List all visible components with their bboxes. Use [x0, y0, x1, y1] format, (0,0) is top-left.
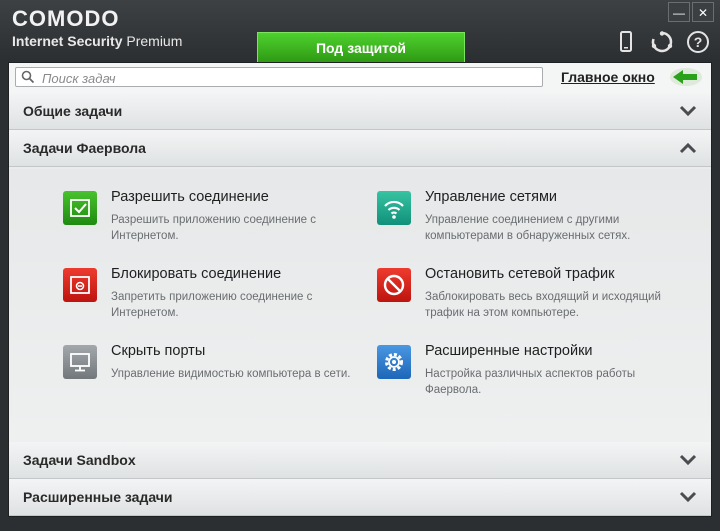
task-title: Остановить сетевой трафик [425, 266, 615, 282]
task-description: Управление видимостью компьютера в сети. [111, 368, 351, 380]
main-window-link[interactable]: Главное окно [561, 69, 655, 85]
firewall-task-list: Разрешить соединение Разрешить приложени… [9, 169, 711, 443]
search-bar: Главное окно [9, 63, 711, 94]
window-controls: — ✕ [666, 2, 714, 22]
minimize-button[interactable]: — [668, 2, 690, 22]
task-description: Управление соединением с другими компьют… [425, 214, 631, 242]
task-description: Заблокировать весь входящий и исходящий … [425, 291, 661, 319]
section-title: Задачи Sandbox [23, 452, 136, 468]
svg-text:?: ? [694, 34, 703, 50]
stealth-ports-icon [63, 345, 97, 379]
stop-traffic-icon [377, 268, 411, 302]
refresh-support-icon[interactable] [650, 30, 674, 54]
help-icon[interactable]: ? [686, 30, 710, 54]
product-name: Internet Security Premium [12, 32, 182, 50]
section-advanced-tasks[interactable]: Расширенные задачи [9, 479, 711, 516]
section-general-tasks[interactable]: Общие задачи [9, 93, 711, 130]
comodo-logo: COMODO [12, 6, 120, 31]
top-icons: ? [614, 30, 710, 54]
chevron-down-icon[interactable] [679, 490, 697, 508]
product-edition: Premium [126, 33, 183, 49]
product-title: Internet Security [12, 33, 123, 49]
app-window: COMODO Internet Security Premium — ✕ Под… [0, 0, 720, 531]
search-icon [21, 70, 35, 89]
mobile-icon[interactable] [614, 30, 638, 54]
task-description: Разрешить приложению соединение с Интерн… [111, 214, 316, 242]
task-title: Блокировать соединение [111, 266, 282, 282]
task-description: Настройка различных аспектов работы Фаер… [425, 368, 636, 396]
back-arrow-icon[interactable] [669, 66, 703, 93]
chevron-up-icon[interactable] [679, 141, 697, 159]
task-title: Разрешить соединение [111, 189, 269, 205]
section-title: Общие задачи [23, 103, 123, 119]
search-input[interactable] [40, 69, 524, 87]
section-sandbox-tasks[interactable]: Задачи Sandbox [9, 442, 711, 479]
section-title: Задачи Фаервола [23, 140, 146, 156]
chevron-down-icon[interactable] [679, 104, 697, 122]
gear-icon [377, 345, 411, 379]
task-description: Запретить приложению соединение с Интерн… [111, 291, 313, 319]
wifi-icon [377, 191, 411, 225]
task-title: Скрыть порты [111, 343, 206, 359]
allow-connection-icon [63, 191, 97, 225]
status-tab[interactable]: Под защитой [257, 32, 465, 62]
brand: COMODO Internet Security Premium [12, 6, 182, 50]
section-firewall-tasks[interactable]: Задачи Фаервола [9, 130, 711, 167]
close-button[interactable]: ✕ [692, 2, 714, 22]
section-title: Расширенные задачи [23, 489, 173, 505]
chevron-down-icon[interactable] [679, 453, 697, 471]
task-panel-content: Главное окно Общие задачи Задачи Фаервол… [8, 62, 712, 517]
task-title: Управление сетями [425, 189, 558, 205]
block-connection-icon [63, 268, 97, 302]
search-box[interactable] [15, 67, 543, 87]
task-title: Расширенные настройки [425, 343, 593, 359]
